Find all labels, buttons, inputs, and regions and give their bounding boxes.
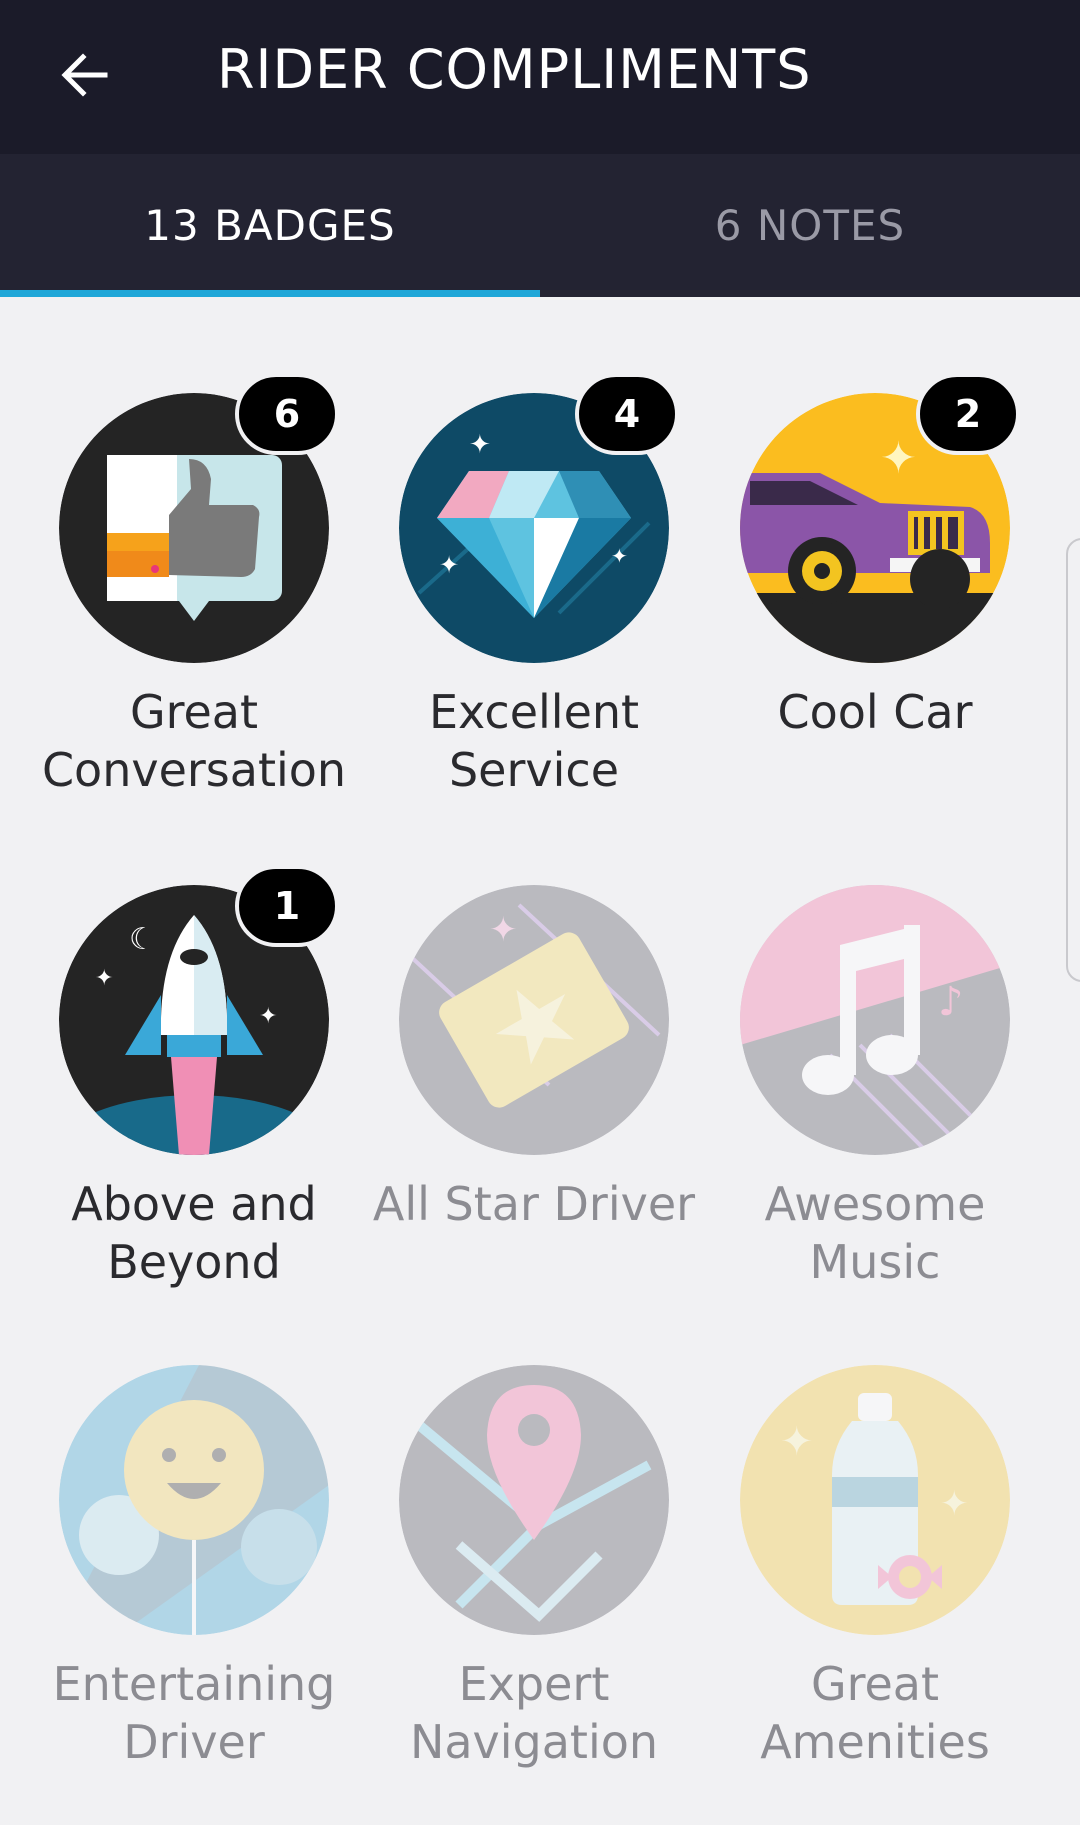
tab-bar: 13 BADGES 6 NOTES	[0, 154, 1080, 297]
tab-notes[interactable]: 6 NOTES	[540, 154, 1080, 297]
svg-text:✦: ✦	[469, 430, 491, 460]
badge-excellent-service[interactable]: ✦ ✦ ✦ 4 Excellent Service	[347, 373, 687, 853]
ticket-star-icon: ✦	[399, 885, 669, 1155]
badge-entertaining-driver[interactable]: Entertaining Driver	[7, 1365, 347, 1825]
svg-text:✦: ✦	[780, 1419, 814, 1465]
badge-awesome-music[interactable]: ♪ Awesome Music	[688, 885, 1028, 1345]
badge-label: Expert Navigation	[409, 1657, 659, 1769]
page-title: RIDER COMPLIMENTS	[217, 38, 812, 101]
badge-all-star-driver[interactable]: ✦ All Star Driver	[347, 885, 695, 1345]
map-pin-icon	[399, 1365, 669, 1635]
water-bottle-icon: ✦ ✦	[740, 1365, 1010, 1635]
badge-label: Great Conversation	[41, 685, 347, 797]
smiley-balloon-icon	[59, 1365, 329, 1635]
side-panel-handle[interactable]	[1066, 538, 1080, 982]
badge-label: All Star Driver	[372, 1177, 696, 1231]
badge-label: Cool Car	[777, 685, 973, 739]
badge-label: Excellent Service	[428, 685, 640, 797]
svg-text:♪: ♪	[938, 979, 964, 1025]
badge-label: Entertaining Driver	[52, 1657, 336, 1769]
badge-label: Great Amenities	[760, 1657, 990, 1769]
app-bar: RIDER COMPLIMENTS	[0, 0, 1080, 154]
badge-above-and-beyond[interactable]: ☾ ✦ ✦ 1 Above and Beyond	[7, 865, 347, 1345]
badge-great-amenities[interactable]: ✦ ✦ Great Amenities	[688, 1365, 1028, 1825]
svg-text:✦: ✦	[95, 966, 113, 991]
badge-great-conversation[interactable]: 6 Great Conversation	[7, 373, 347, 853]
svg-text:✦: ✦	[489, 910, 518, 950]
arrow-left-icon	[61, 53, 108, 97]
count-badge: 6	[235, 373, 339, 455]
svg-text:✦: ✦	[259, 1004, 277, 1029]
music-note-icon: ♪	[740, 885, 1010, 1155]
badge-expert-navigation[interactable]: Expert Navigation	[347, 1365, 687, 1825]
count-badge: 1	[235, 865, 339, 947]
svg-text:✦: ✦	[880, 433, 917, 484]
back-button[interactable]	[50, 40, 120, 110]
badge-cool-car[interactable]: ✦ 2 Cool Car	[688, 373, 1028, 853]
svg-text:✦: ✦	[611, 544, 628, 568]
svg-text:✦: ✦	[940, 1484, 969, 1524]
count-badge: 2	[916, 373, 1020, 455]
svg-text:☾: ☾	[129, 922, 156, 957]
count-badge: 4	[575, 373, 679, 455]
tab-indicator	[0, 290, 540, 297]
badge-label: Awesome Music	[764, 1177, 986, 1289]
tab-badges[interactable]: 13 BADGES	[0, 154, 540, 297]
svg-text:✦: ✦	[439, 551, 459, 579]
badge-label: Above and Beyond	[71, 1177, 317, 1289]
